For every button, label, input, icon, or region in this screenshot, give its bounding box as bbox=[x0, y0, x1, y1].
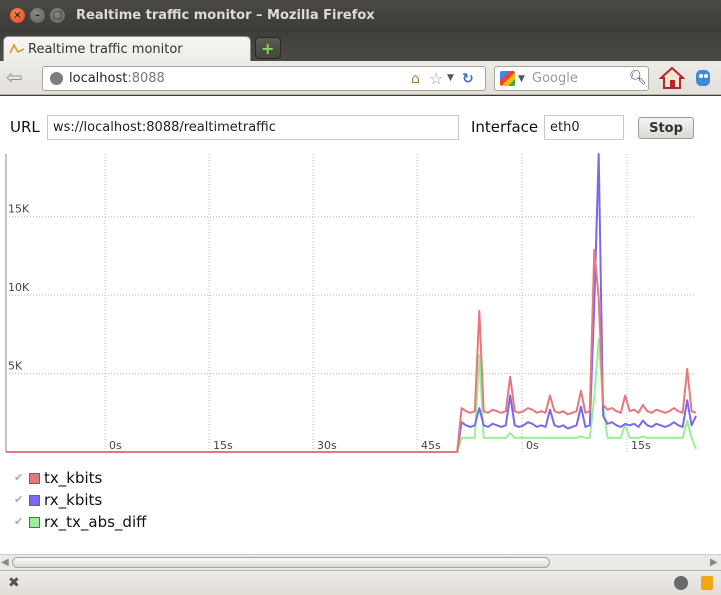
interface-label: Interface bbox=[471, 118, 539, 136]
home-small-icon[interactable]: ⌂ bbox=[411, 71, 420, 87]
engine-dropdown-icon[interactable]: ▼ bbox=[518, 74, 525, 84]
navigation-toolbar: ⇦ localhost:8088 ⌂ ☆ ▼ ↻ ▼ Google 🔍︎ bbox=[0, 61, 721, 95]
bookmark-star-icon[interactable]: ☆ bbox=[429, 69, 443, 88]
websocket-url-input[interactable] bbox=[47, 115, 459, 140]
legend-swatch-rx bbox=[29, 495, 40, 506]
url-host: localhost bbox=[69, 71, 128, 86]
line-chart-icon bbox=[9, 43, 25, 54]
x-tick-label: 0s bbox=[109, 439, 122, 452]
tab-realtime-traffic[interactable]: Realtime traffic monitor bbox=[3, 36, 251, 62]
check-icon: ✔ bbox=[14, 471, 24, 484]
legend-item-tx[interactable]: ✔ tx_kbits bbox=[14, 468, 214, 490]
status-bar: ✖ bbox=[0, 570, 721, 595]
scroll-right-icon[interactable]: ▶ bbox=[710, 557, 718, 568]
legend-item-diff[interactable]: ✔ rx_tx_abs_diff bbox=[14, 512, 214, 534]
search-placeholder: Google bbox=[532, 71, 578, 86]
legend-swatch-diff bbox=[29, 517, 40, 528]
google-engine-icon[interactable] bbox=[500, 71, 515, 86]
legend-label-tx: tx_kbits bbox=[44, 469, 103, 487]
x-tick-label: 15s bbox=[213, 439, 233, 452]
url-text: localhost:8088 bbox=[69, 71, 165, 86]
check-icon: ✔ bbox=[14, 493, 24, 506]
new-tab-button[interactable]: + bbox=[255, 37, 281, 59]
legend-item-rx[interactable]: ✔ rx_kbits bbox=[14, 490, 214, 512]
traffic-chart: 5K 10K 15K 0s 15s 30s 45s 0s 15s bbox=[5, 153, 697, 453]
window-titlebar: × – □ Realtime traffic monitor – Mozilla… bbox=[0, 0, 721, 32]
y-tick-label: 5K bbox=[8, 360, 23, 373]
legend-swatch-tx bbox=[29, 473, 40, 484]
globe-icon bbox=[50, 72, 63, 85]
lock-icon[interactable] bbox=[701, 576, 713, 590]
search-bar[interactable]: ▼ Google 🔍︎ bbox=[494, 66, 649, 91]
stop-button[interactable]: Stop bbox=[638, 117, 694, 139]
window-maximize-button[interactable]: □ bbox=[50, 8, 65, 23]
scrollbar-thumb[interactable] bbox=[12, 557, 550, 568]
tab-label: Realtime traffic monitor bbox=[28, 42, 183, 57]
y-tick-label: 10K bbox=[8, 281, 30, 294]
scroll-left-icon[interactable]: ◀ bbox=[1, 557, 9, 568]
history-dropdown-icon[interactable]: ▼ bbox=[447, 73, 454, 83]
window-close-button[interactable]: × bbox=[10, 8, 25, 23]
interface-input[interactable] bbox=[544, 115, 624, 140]
close-icon[interactable]: ✖ bbox=[8, 575, 20, 591]
home-icon[interactable] bbox=[659, 66, 685, 90]
legend-label-diff: rx_tx_abs_diff bbox=[44, 513, 147, 531]
reload-icon[interactable]: ↻ bbox=[462, 71, 474, 87]
horizontal-scrollbar[interactable]: ◀ ▶ bbox=[0, 554, 721, 570]
page-content: URL Interface Stop 5K 10K 15K 0s 15s 30s 45s 0s… bbox=[0, 96, 721, 554]
url-port: :8088 bbox=[127, 71, 165, 86]
legend-label-rx: rx_kbits bbox=[44, 491, 103, 509]
x-tick-label: 30s bbox=[317, 439, 337, 452]
search-icon[interactable]: 🔍︎ bbox=[629, 70, 647, 86]
x-tick-label: 0s bbox=[526, 439, 539, 452]
tab-strip: Realtime traffic monitor + bbox=[0, 32, 721, 62]
addon-icon[interactable] bbox=[693, 67, 713, 89]
back-arrow-icon[interactable]: ⇦ bbox=[6, 67, 28, 88]
window-minimize-button[interactable]: – bbox=[30, 8, 45, 23]
chart-legend: ✔ tx_kbits ✔ rx_kbits ✔ rx_tx_abs_diff bbox=[14, 468, 214, 534]
plus-icon: + bbox=[261, 39, 275, 58]
y-tick-label: 15K bbox=[8, 203, 30, 216]
addon-status-icon[interactable] bbox=[674, 576, 688, 590]
x-tick-label: 45s bbox=[421, 439, 441, 452]
x-tick-label: 15s bbox=[631, 439, 651, 452]
address-bar[interactable]: localhost:8088 ⌂ ☆ ▼ ↻ bbox=[42, 66, 486, 91]
window-title: Realtime traffic monitor – Mozilla Firef… bbox=[76, 8, 375, 23]
url-label: URL bbox=[10, 118, 40, 136]
check-icon: ✔ bbox=[14, 515, 24, 528]
